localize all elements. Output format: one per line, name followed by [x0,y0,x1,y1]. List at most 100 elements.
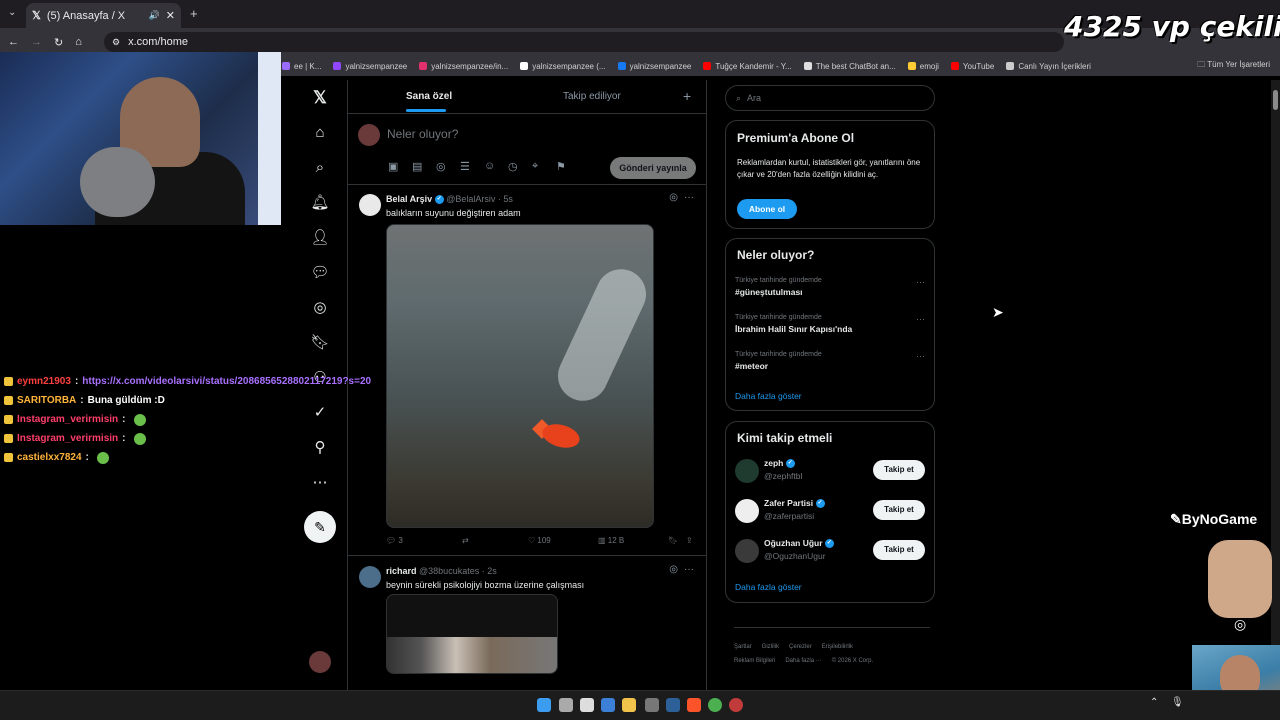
bookmarks-icon[interactable]: 🔖︎ [310,333,330,353]
follow-button[interactable]: Takip et [873,460,925,480]
site-info-icon[interactable]: ⚙ [112,37,120,48]
tweet-more-icon[interactable]: ··· [684,192,694,203]
media-icon[interactable]: ▣ [388,160,398,173]
tweet-author[interactable]: Belal Arşiv ✓ @BelalArsiv · 5s [386,194,513,205]
scrollbar-thumb[interactable] [1273,90,1278,110]
composer-input[interactable]: Neler oluyor? [387,127,458,141]
tweet-author[interactable]: richard @38bucukates · 2s [386,566,497,576]
footer-link[interactable]: Şartlar [734,644,752,650]
follow-button[interactable]: Takip et [873,540,925,560]
reload-icon[interactable]: ↻ [54,36,63,49]
location-icon[interactable]: ⌖ [532,160,538,173]
account-avatar[interactable] [309,651,331,673]
new-tab-icon[interactable]: + [190,6,198,21]
tab-following[interactable]: Takip ediliyor [563,91,621,102]
tweet-image[interactable] [386,594,558,674]
home-nav-icon[interactable]: ⌂ [310,123,330,143]
forward-icon[interactable]: → [31,36,42,48]
bookmark-icon[interactable]: 🔖︎ [668,536,686,545]
search-input[interactable]: ⌕ Ara [725,85,935,111]
browser-tab[interactable]: 𝕏 (5) Anasayfa / X 🔊 ✕ [26,3,181,28]
follow-show-more[interactable]: Daha fazla göster [735,582,802,592]
grok-floating-icon[interactable]: ◎ [1234,616,1246,633]
trends-show-more[interactable]: Daha fazla göster [735,391,802,401]
grok-compose-icon[interactable]: ◎ [436,160,446,173]
post-button[interactable]: Gönderi yayınla [610,157,696,179]
tweet[interactable]: richard @38bucukates · 2s ◎ ··· beynin s… [348,558,706,693]
tweet-avatar[interactable] [359,194,381,216]
tab-list-icon[interactable]: ⌄ [8,7,16,18]
messages-icon[interactable]: 💬︎ [310,263,330,283]
subscribe-button[interactable]: Abone ol [737,199,797,219]
steam-icon[interactable] [666,698,680,712]
share-icon[interactable]: ⇪ [686,536,693,545]
gif-icon[interactable]: ▤ [412,160,422,173]
grok-explain-icon[interactable]: ◎ [669,564,678,575]
tweet-more-icon[interactable]: ··· [684,564,694,575]
compose-post-button[interactable]: ✎ [304,511,336,543]
follow-button[interactable]: Takip et [873,500,925,520]
home-icon[interactable]: ⌂ [75,36,82,48]
retweet-button[interactable]: ⇄ [462,536,528,545]
widgets-icon[interactable] [601,698,615,712]
schedule-icon[interactable]: ◷ [508,160,518,173]
media-player-icon[interactable] [729,698,743,712]
bookmark-item[interactable]: yalnizsempanzee [333,62,407,71]
bookmark-item[interactable]: yalnizsempanzee [617,62,691,71]
trend-more-icon[interactable]: ··· [916,314,925,324]
reply-button[interactable]: 💬︎ 3 [386,536,462,545]
follow-suggestion[interactable]: zeph ✓ @zephftbl Takip et [735,456,925,486]
grok-icon[interactable]: ◎ [310,298,330,318]
trend-more-icon[interactable]: ··· [916,351,925,361]
notifications-bell-icon[interactable]: 🔔︎ [310,193,330,213]
follow-suggestion[interactable]: Oğuzhan Uğur ✓ @OguzhanUgur Takip et [735,536,925,566]
footer-link[interactable]: © 2026 X Corp. [832,658,873,664]
bookmark-item[interactable]: YouTube [950,62,994,71]
obs-icon[interactable] [645,698,659,712]
tab-for-you[interactable]: Sana özel [406,91,452,102]
brave-icon[interactable] [687,698,701,712]
bookmark-item[interactable]: ee | K... [282,62,321,71]
trend-item[interactable]: Türkiye tarihinde gündemde #güneştutulma… [735,277,925,297]
chrome-icon[interactable] [708,698,722,712]
add-tab-icon[interactable]: + [683,88,691,104]
follow-suggestion[interactable]: Zafer Partisi ✓ @zaferpartisi Takip et [735,496,925,526]
more-icon[interactable]: ⋯ [310,473,330,493]
footer-link[interactable]: Reklam Bilgileri [734,658,775,664]
explore-search-icon[interactable]: ⌕ [310,158,330,178]
flag-icon[interactable]: ⚑ [556,160,566,173]
tab-close-icon[interactable]: ✕ [166,9,175,22]
bookmark-item[interactable]: yalnizsempanzee (... [520,62,606,71]
back-icon[interactable]: ← [8,36,19,48]
tweet-video[interactable] [386,224,654,528]
footer-link[interactable]: Erişilebilirlik [822,644,853,650]
microphone-icon[interactable]: 🎙︎ [1171,697,1184,708]
bookmark-item[interactable]: yalnizsempanzee/in... [419,62,508,71]
task-view-icon[interactable] [559,698,573,712]
address-bar[interactable]: ⚙ x.com/home [104,32,1064,52]
emoji-icon[interactable]: ☺ [484,160,495,172]
tweet-avatar[interactable] [359,566,381,588]
bookmark-item[interactable]: Tuğçe Kandemir - Y... [703,62,792,71]
views-button[interactable]: ▥ 12 B [598,536,668,545]
tweet[interactable]: Belal Arşiv ✓ @BelalArsiv · 5s ◎ ··· bal… [348,186,706,556]
scrollbar-track[interactable] [1271,80,1280,690]
footer-link[interactable]: Çerezler [789,644,812,650]
tray-expand-icon[interactable]: ⌃ [1150,697,1158,708]
trend-more-icon[interactable]: ··· [916,277,925,287]
trend-item[interactable]: Türkiye tarihinde gündemde #meteor ··· [735,351,925,371]
poll-icon[interactable]: ☰ [460,160,470,173]
bookmark-item[interactable]: The best ChatBot an... [803,62,896,71]
trend-item[interactable]: Türkiye tarihinde gündemde İbrahim Halil… [735,314,925,334]
bookmark-item[interactable]: emoji [907,62,939,71]
snipping-tool-icon[interactable] [580,698,594,712]
grok-explain-icon[interactable]: ◎ [669,192,678,203]
footer-link[interactable]: Gizlilik [762,644,779,650]
tab-audio-icon[interactable]: 🔊 [149,10,160,21]
like-button[interactable]: ♡ 109 [528,536,598,545]
file-explorer-icon[interactable] [622,698,636,712]
follow-person-icon[interactable]: 👤︎ [310,228,330,248]
x-logo-icon[interactable]: 𝕏 [310,88,330,108]
all-bookmarks[interactable]: 🗀 Tüm Yer İşaretleri [1197,59,1270,73]
bookmark-item[interactable]: Canlı Yayın İçerikleri [1006,62,1091,71]
